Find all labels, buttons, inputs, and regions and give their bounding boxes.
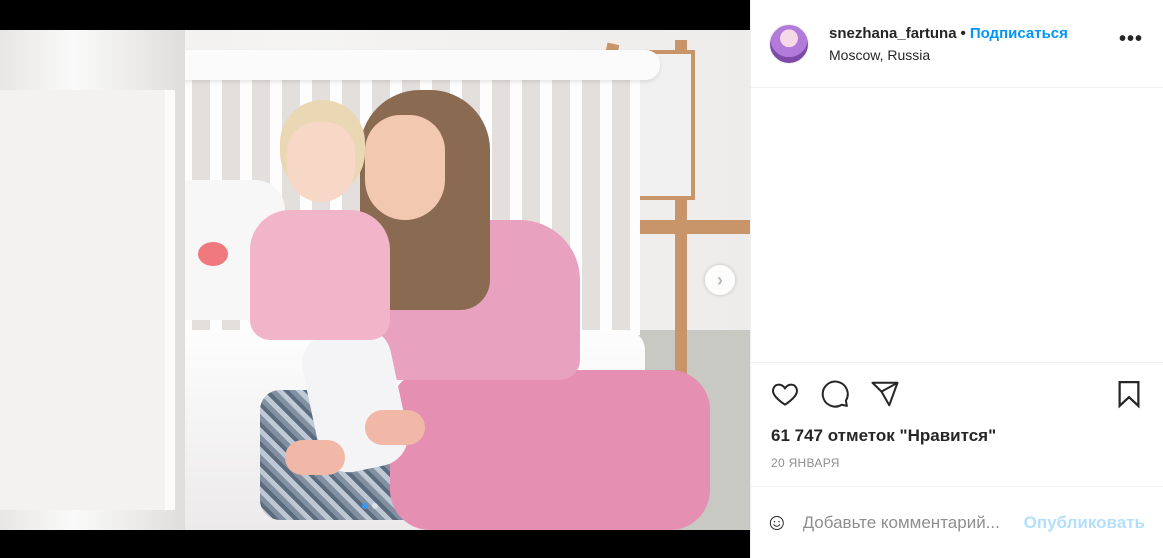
likes-count[interactable]: 61 747 отметок "Нравится" (751, 424, 1163, 448)
location-link[interactable]: Moscow, Russia (829, 47, 1068, 63)
share-button[interactable] (869, 378, 901, 410)
publish-button[interactable]: Опубликовать (1024, 513, 1145, 533)
ellipsis-icon: ••• (1118, 28, 1143, 50)
separator-dot: • (960, 24, 966, 42)
child-figure (215, 100, 445, 500)
post-sidebar: snezhana_fartuna • Подписаться Moscow, R… (750, 0, 1163, 558)
carousel-indicator (362, 503, 378, 509)
comment-button[interactable] (819, 378, 851, 410)
avatar[interactable] (769, 23, 809, 64)
comments-area (751, 88, 1163, 362)
follow-button[interactable]: Подписаться (970, 25, 1068, 42)
like-button[interactable] (769, 378, 801, 410)
post-date[interactable]: 20 ЯНВАРЯ (751, 448, 1163, 486)
carousel-dot-active (362, 503, 368, 509)
chevron-right-icon: › (717, 270, 723, 290)
carousel-dot (372, 503, 378, 509)
next-slide-button[interactable]: › (705, 265, 735, 295)
post-media: › (0, 0, 750, 558)
post-header: snezhana_fartuna • Подписаться Moscow, R… (751, 0, 1163, 88)
save-button[interactable] (1113, 378, 1145, 410)
crib-front (0, 90, 175, 510)
heart-icon (772, 383, 798, 406)
add-comment-form: Опубликовать (751, 486, 1163, 558)
bookmark-icon (1118, 380, 1140, 408)
instagram-post: › snezhana_fartuna • Подписаться Moscow,… (0, 0, 1163, 558)
action-bar (751, 362, 1163, 424)
username-link[interactable]: snezhana_fartuna (829, 25, 957, 42)
speech-bubble-icon (821, 380, 849, 408)
more-options-button[interactable]: ••• (1119, 29, 1143, 49)
comment-input[interactable] (802, 512, 1024, 533)
post-photo[interactable] (0, 30, 750, 530)
paper-plane-icon (871, 381, 899, 406)
smiley-icon[interactable] (769, 507, 785, 539)
